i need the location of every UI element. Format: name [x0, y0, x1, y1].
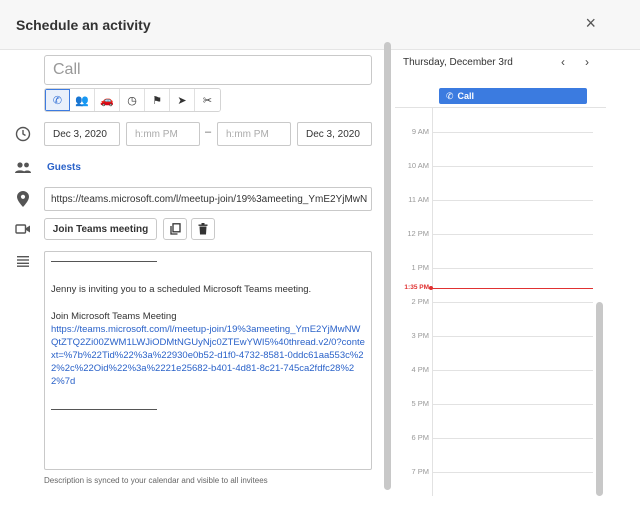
- hour-label: 6 PM: [411, 433, 429, 442]
- all-day-event[interactable]: ✆ Call: [439, 88, 587, 104]
- hour-label: 12 PM: [407, 229, 429, 238]
- event-title: Call: [457, 91, 475, 101]
- calendar-scrollbar[interactable]: [596, 302, 603, 496]
- end-time-field[interactable]: h:mm PM: [217, 122, 291, 146]
- description-icon: [14, 252, 32, 270]
- car-icon[interactable]: 🚗: [95, 89, 120, 111]
- divider: [51, 261, 157, 262]
- time-range-dash: –: [205, 126, 212, 138]
- clock-icon: [14, 125, 32, 143]
- hour-line: [433, 132, 593, 133]
- call-icon[interactable]: ✆: [45, 89, 70, 111]
- next-day-icon[interactable]: ›: [585, 55, 589, 69]
- activity-title-input[interactable]: [44, 55, 372, 85]
- guests-icon: [14, 159, 32, 177]
- hour-label: 9 AM: [411, 127, 429, 136]
- clock-icon[interactable]: ◷: [120, 89, 145, 111]
- location-pin-icon: [14, 190, 32, 208]
- hour-line: [433, 336, 593, 337]
- calendar-date: Thursday, December 3rd: [403, 57, 513, 68]
- meeting-icon[interactable]: 👥: [70, 89, 95, 111]
- meeting-url-field[interactable]: https://teams.microsoft.com/l/meetup-joi…: [44, 187, 372, 211]
- activity-type-selector: ✆ 👥 🚗 ◷ ⚑ ➤ ✂: [44, 88, 221, 112]
- start-time-field[interactable]: h:mm PM: [126, 122, 200, 146]
- hour-line: [433, 268, 593, 269]
- join-meeting-link[interactable]: https://teams.microsoft.com/l/meetup-joi…: [51, 323, 365, 388]
- copy-icon: [169, 223, 181, 235]
- form-scrollbar[interactable]: [384, 42, 391, 490]
- hour-line: [433, 472, 593, 473]
- hour-line: [433, 370, 593, 371]
- hour-label: 3 PM: [411, 331, 429, 340]
- trash-icon: [198, 223, 208, 235]
- lunch-icon[interactable]: ✂: [195, 89, 220, 111]
- send-icon[interactable]: ➤: [170, 89, 195, 111]
- dialog-title: Schedule an activity: [16, 17, 151, 33]
- current-time-line: [431, 288, 593, 289]
- hour-line: [433, 166, 593, 167]
- hour-label: 11 AM: [408, 195, 429, 204]
- call-icon: ✆: [446, 90, 454, 101]
- calendar-day-grid[interactable]: 9 AM 10 AM 11 AM 12 PM 1 PM 2 PM 3 PM 4 PM 5 PM 6…: [395, 108, 606, 496]
- hour-line: [433, 302, 593, 303]
- hour-line: [433, 200, 593, 201]
- hour-label: 10 AM: [407, 161, 429, 170]
- description-editor[interactable]: Jenny is inviting you to a scheduled Mic…: [44, 251, 372, 470]
- hour-label: 7 PM: [411, 467, 429, 476]
- description-hint: Description is synced to your calendar a…: [44, 476, 268, 485]
- divider: [51, 409, 157, 410]
- copy-button[interactable]: [163, 218, 187, 240]
- dialog-header: Schedule an activity ×: [0, 0, 640, 50]
- guests-link[interactable]: Guests: [47, 162, 81, 173]
- hour-label: 5 PM: [411, 399, 429, 408]
- close-icon[interactable]: ×: [585, 14, 596, 32]
- delete-button[interactable]: [191, 218, 215, 240]
- hour-line: [433, 234, 593, 235]
- current-time-label: 1:35 PM: [404, 284, 429, 291]
- hour-label: 1 PM: [411, 263, 429, 272]
- previous-day-icon[interactable]: ‹: [561, 55, 565, 69]
- invite-text: Jenny is inviting you to a scheduled Mic…: [51, 284, 312, 295]
- join-heading: Join Microsoft Teams Meeting: [51, 311, 177, 322]
- current-time-dot: [429, 286, 433, 290]
- end-date-field[interactable]: Dec 3, 2020: [297, 122, 372, 146]
- flag-icon[interactable]: ⚑: [145, 89, 170, 111]
- join-teams-meeting-button[interactable]: Join Teams meeting: [44, 218, 157, 240]
- video-icon: [14, 220, 32, 238]
- start-date-field[interactable]: Dec 3, 2020: [44, 122, 120, 146]
- hour-label: 2 PM: [411, 297, 429, 306]
- hour-line: [433, 404, 593, 405]
- hour-line: [433, 438, 593, 439]
- hour-label: 4 PM: [411, 365, 429, 374]
